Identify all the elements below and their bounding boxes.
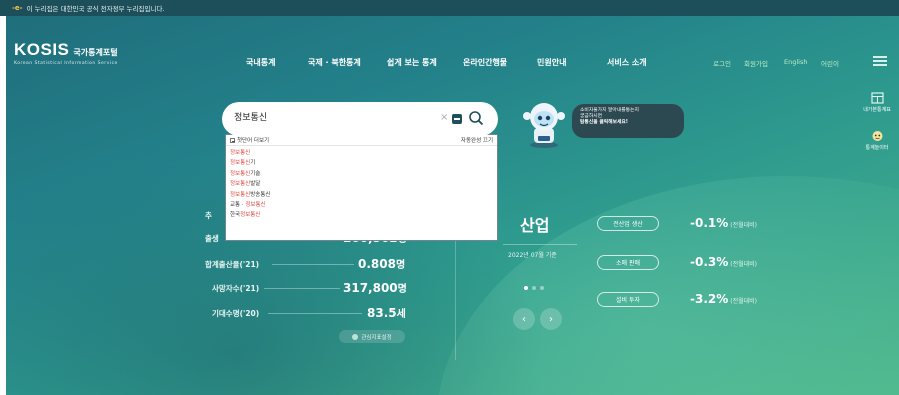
- side-recent-tables[interactable]: 내가본통계표: [857, 92, 897, 113]
- indicator-value-retail: -0.3% (전월대비): [690, 255, 758, 269]
- pagination-dot[interactable]: [540, 286, 544, 290]
- autocomplete-item[interactable]: 정보통신방송통신: [230, 190, 493, 200]
- search-box: ×: [222, 102, 498, 136]
- menu-icon[interactable]: [873, 56, 887, 66]
- mascot-icon[interactable]: [518, 98, 570, 150]
- stat-label: 추: [205, 211, 212, 220]
- login-link[interactable]: 로그인: [713, 58, 731, 68]
- mascot-speech-bubble[interactable]: 소비자물가지 알아내를통는지 궁금하시면 탐통신을 클릭해보세요!: [572, 104, 684, 138]
- autocomplete-header: 첫단어 더보기 자동완성 끄기: [226, 135, 497, 146]
- stat-divider: [264, 288, 340, 289]
- kosis-logo[interactable]: KOSIS 국가통계포털 Korean Statistical Informati…: [14, 40, 118, 66]
- stat-label: 합계출산율('21): [205, 260, 260, 269]
- indicator-pill-retail[interactable]: 소매 판매: [597, 255, 659, 270]
- prev-button[interactable]: ‹: [513, 308, 535, 330]
- indicator-pill-investment[interactable]: 설비 투자: [597, 292, 659, 307]
- search-input[interactable]: [234, 111, 414, 121]
- autocomplete-list: 정보통신 정보통신기 정보통신기술 정보통신발달 정보통신방송통신 교통 · 정…: [226, 146, 497, 223]
- nav-online-publications[interactable]: 온라인간행물: [463, 57, 507, 68]
- gov-notice-bar: -e- 이 누리집은 대한민국 공식 전자정부 누리집입니다.: [0, 0, 899, 16]
- logo-subtitle: Korean Statistical Information Service: [14, 61, 118, 66]
- ref-date-divider: [503, 244, 577, 245]
- favorite-indicator-button[interactable]: 관심지표설정: [339, 330, 405, 343]
- stat-divider: [272, 264, 354, 265]
- side-stats-playground[interactable]: 통계놀이터: [857, 130, 897, 151]
- indicator-value-production: -0.1% (전월대비): [690, 216, 758, 230]
- autocomplete-item[interactable]: 정보통신기: [230, 158, 493, 168]
- stat-label: 출생: [205, 234, 219, 243]
- stat-value[interactable]: 83.5세: [367, 305, 406, 320]
- table-icon: [870, 92, 884, 104]
- side-stats-playground-label: 통계놀이터: [865, 145, 889, 151]
- first-word-more[interactable]: 첫단어 더보기: [230, 136, 269, 144]
- nav-service-intro[interactable]: 서비스 소개: [607, 57, 647, 68]
- bubble-line-3: 탐통신을 클릭해보세요!: [580, 120, 628, 125]
- logo-korean: 국가통계포털: [73, 48, 118, 57]
- signup-link[interactable]: 회원가입: [744, 58, 768, 68]
- autocomplete-dropdown: 첫단어 더보기 자동완성 끄기 정보통신 정보통신기 정보통신기술 정보통신발달…: [225, 134, 498, 241]
- side-recent-tables-label: 내가본통계표: [863, 107, 891, 113]
- logo-main: KOSIS: [14, 40, 70, 59]
- stat-label: 기대수명('20): [212, 309, 260, 318]
- search-icon[interactable]: [468, 110, 484, 126]
- keyboard-icon[interactable]: [452, 114, 462, 124]
- settings-icon: [352, 333, 359, 340]
- autocomplete-item[interactable]: 정보통신: [230, 148, 493, 158]
- next-button[interactable]: ›: [540, 308, 562, 330]
- pagination-dot[interactable]: [532, 286, 536, 290]
- kids-link[interactable]: 어린이: [821, 58, 839, 68]
- carousel-pagination: [524, 286, 544, 290]
- autocomplete-item[interactable]: 한국정보통신: [230, 210, 493, 220]
- autocomplete-item[interactable]: 정보통신발달: [230, 179, 493, 189]
- indicator-value-investment: -3.2% (전월대비): [690, 292, 758, 306]
- autocomplete-item[interactable]: 정보통신기술: [230, 169, 493, 179]
- english-link[interactable]: English: [784, 58, 807, 66]
- gov-notice-text[interactable]: 이 누리집은 대한민국 공식 전자정부 누리집입니다.: [27, 3, 165, 13]
- indicator-pill-production[interactable]: 전산업 생산: [597, 216, 659, 231]
- nav-easy-stats[interactable]: 쉽게 보는 통계: [387, 57, 437, 68]
- favorite-indicator-label: 관심지표설정: [361, 334, 392, 341]
- gov-mark-icon: -e-: [12, 4, 23, 12]
- stat-value[interactable]: 317,800명: [343, 280, 407, 295]
- first-word-more-label: 첫단어 더보기: [237, 138, 270, 144]
- autocomplete-item[interactable]: 교통 · 정보통신: [230, 200, 493, 210]
- nav-domestic-stats[interactable]: 국내통계: [246, 57, 275, 68]
- stat-divider: [268, 313, 362, 314]
- collapse-icon: [230, 137, 235, 143]
- reference-date: 2022년 07월 기준: [508, 252, 557, 259]
- pagination-dot-active[interactable]: [524, 286, 528, 290]
- autocomplete-toggle[interactable]: 자동완성 끄기: [461, 136, 493, 144]
- nav-international-stats[interactable]: 국제 · 북한통계: [308, 57, 361, 68]
- nav-civil-service[interactable]: 민원안내: [537, 57, 566, 68]
- stat-value[interactable]: 0.808명: [358, 256, 405, 271]
- stat-label: 사망자수('21): [212, 284, 260, 293]
- industry-title: 산업: [520, 216, 550, 235]
- character-icon: [872, 131, 882, 141]
- clear-icon[interactable]: ×: [440, 112, 448, 123]
